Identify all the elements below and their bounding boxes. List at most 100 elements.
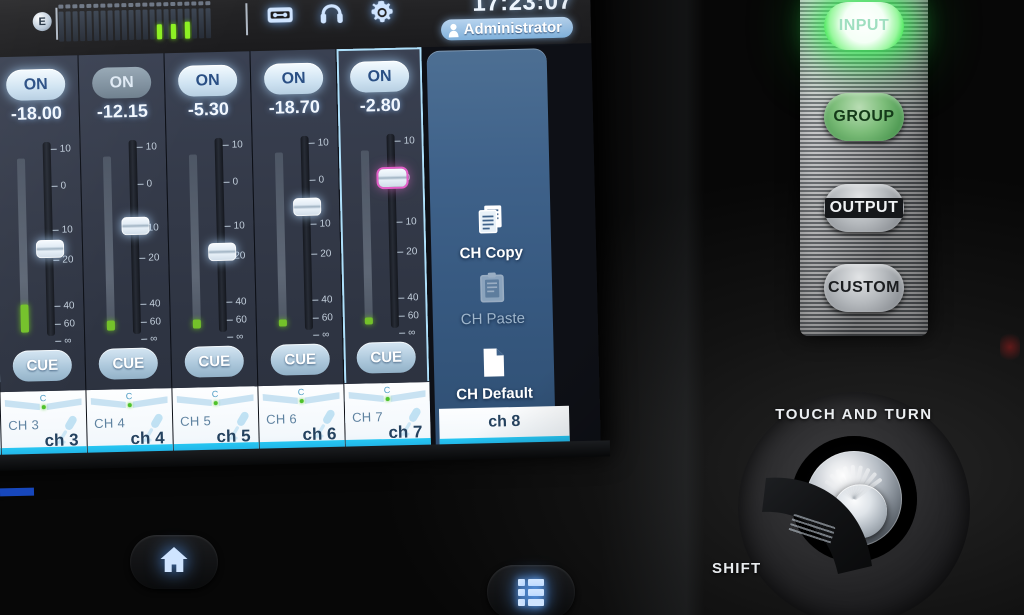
fader-tick: 40	[54, 300, 75, 312]
fader-tick-label: 20	[406, 246, 418, 259]
channel-on-button[interactable]: ON	[263, 62, 324, 95]
pan-center-label: C	[211, 389, 219, 400]
output-button[interactable]: OUTPUT	[824, 184, 904, 232]
fader-handle[interactable]	[292, 197, 322, 217]
fader-tick: 60	[54, 319, 75, 330]
gear-icon[interactable]	[369, 0, 395, 30]
status-divider-right	[245, 3, 249, 36]
fader-tick-label: 0	[232, 176, 239, 188]
menu-key[interactable]	[487, 565, 575, 615]
pan-center-label: C	[125, 391, 133, 402]
cue-button[interactable]: CUE	[98, 347, 159, 380]
channel-name-cell[interactable]: C CH 4 ch 4	[86, 387, 174, 460]
meter-bar	[142, 2, 149, 40]
pan-indicator[interactable]: C	[91, 391, 168, 413]
pan-indicator[interactable]: C	[348, 384, 425, 407]
fader-zone[interactable]: 10 0 10 20 40 60 ∞	[0, 129, 85, 346]
fader-tick: 20	[311, 248, 332, 261]
cue-label: CUE	[112, 354, 145, 373]
fader-tick: 20	[139, 253, 160, 264]
fader-tick-label: 20	[320, 248, 332, 261]
headphones-icon[interactable]	[319, 2, 344, 30]
scene-badge-icon[interactable]: E	[32, 11, 52, 32]
channel-on-button[interactable]: ON	[91, 66, 152, 99]
fader-tick: 60	[312, 313, 333, 324]
ch-default-button[interactable]: CH Default	[434, 346, 555, 404]
pan-indicator[interactable]: C	[5, 393, 82, 415]
ch-copy-button[interactable]: CH Copy	[430, 203, 551, 263]
input-button[interactable]: INPUT	[824, 2, 904, 50]
channel-on-button[interactable]: ON	[5, 68, 66, 101]
channel-on-label: ON	[23, 75, 48, 94]
fader-tick-label: 10	[405, 215, 417, 228]
pan-center-label: C	[39, 393, 47, 404]
meter-bar	[163, 2, 170, 40]
fader-zone[interactable]: 10 0 10 20 40 60 ∞	[166, 125, 256, 342]
fader-tick: 10	[224, 219, 245, 232]
channel-name-cell[interactable]: C CH 3 ch 3	[0, 389, 88, 462]
fader-tick: 60	[398, 311, 419, 322]
fader-zone[interactable]: 10 0 10 20 40 60 ∞	[252, 123, 342, 340]
channel-number-label: CH 7	[351, 409, 384, 425]
channel-on-button[interactable]: ON	[349, 60, 410, 93]
meter-bar	[86, 3, 93, 42]
home-key[interactable]	[130, 535, 218, 589]
channel-name-cell[interactable]: C CH 5 ch 5	[172, 385, 259, 458]
channel-strip-ch-3[interactable]: ON -18.00 10 0 10 20 40 60 ∞ CUE C CH 3 ch 3	[0, 55, 89, 462]
fader-tick: 10	[308, 138, 329, 149]
recorder-icon[interactable]	[266, 5, 294, 30]
meter-bar	[149, 2, 156, 40]
person-icon	[448, 23, 459, 38]
fader-tick: 10	[52, 224, 73, 235]
cue-button[interactable]: CUE	[270, 343, 331, 376]
pan-position-dot	[213, 401, 218, 406]
pan-center-label: C	[383, 384, 391, 396]
cue-label: CUE	[26, 356, 59, 375]
channel-name-cell[interactable]: C CH 6 ch 6	[258, 383, 345, 456]
fader-scale: 10010204060∞	[50, 135, 85, 346]
channel-job-panel[interactable]: CH Copy CH Paste CH Default ch 8	[426, 48, 570, 451]
fader-tick-label: 40	[63, 300, 75, 312]
cue-button[interactable]: CUE	[184, 345, 245, 378]
pan-indicator[interactable]: C	[262, 387, 339, 409]
pan-indicator[interactable]: C	[177, 389, 254, 411]
ch-paste-button[interactable]: CH Paste	[432, 271, 553, 329]
channel-strip-ch-6[interactable]: ON -18.70 10 0 10 20 40 60 ∞ CUE C CH 6 ch 6	[250, 49, 346, 456]
fader-tick: 10	[136, 142, 157, 153]
cue-zone: CUE	[85, 343, 171, 389]
meter-bar	[205, 1, 212, 39]
channel-strip-row[interactable]: ON10010204060∞CUEON-18.0010010204060∞CUE…	[0, 43, 601, 462]
custom-button[interactable]: CUSTOM	[824, 264, 904, 312]
cue-zone: CUE	[0, 345, 85, 391]
cue-button[interactable]: CUE	[356, 341, 417, 374]
meter-bar	[198, 1, 205, 39]
fader-zone[interactable]: 10 0 10 20 40 60 ∞	[338, 121, 429, 338]
console-photo: E 17:23:07 Administrator ON -18.00 10 0 …	[0, 0, 1024, 615]
cue-button[interactable]: CUE	[12, 349, 73, 382]
fader-tick-label: 0	[146, 178, 153, 190]
fader-handle[interactable]	[207, 242, 237, 261]
touchscreen-display[interactable]: E 17:23:07 Administrator ON -18.00 10 0 …	[0, 0, 601, 462]
fader-handle[interactable]	[121, 216, 150, 236]
group-button[interactable]: GROUP	[824, 93, 904, 141]
channel-strip-ch-4[interactable]: ON -12.15 10 0 10 20 40 60 ∞ CUE C CH 4 ch 4	[78, 53, 175, 460]
channel-strip-ch-5[interactable]: ON -5.30 10 0 10 20 40 60 ∞ CUE C CH 5 ch 5	[164, 51, 260, 458]
meter-bar	[191, 1, 198, 39]
fader-tick-label: 40	[235, 296, 247, 308]
pan-position-dot	[385, 397, 390, 402]
fader-zone[interactable]: 10 0 10 20 40 60 ∞	[80, 127, 170, 344]
channel-strip-ch-7[interactable]: ON -2.80 10 0 10 20 40 60 ∞ CUE C CH 7 ch 7	[336, 47, 432, 454]
group-button-label: GROUP	[833, 108, 895, 125]
fader-db-value: -18.70	[268, 96, 321, 118]
fader-tick-label: 10	[233, 219, 245, 232]
user-badge[interactable]: Administrator	[440, 16, 574, 41]
strip-upper: ON -2.80 10 0 10 20 40 60 ∞	[336, 47, 428, 339]
channel-on-button[interactable]: ON	[177, 64, 238, 97]
fader-scale: 10010204060∞	[394, 127, 429, 338]
channel-number-label: CH 6	[265, 411, 298, 427]
channel-on-label: ON	[109, 73, 134, 91]
channel-name-cell[interactable]: C CH 7 ch 7	[344, 381, 431, 454]
cue-zone: CUE	[257, 339, 343, 385]
fader-handle[interactable]	[35, 239, 65, 259]
fader-handle[interactable]	[378, 168, 407, 187]
